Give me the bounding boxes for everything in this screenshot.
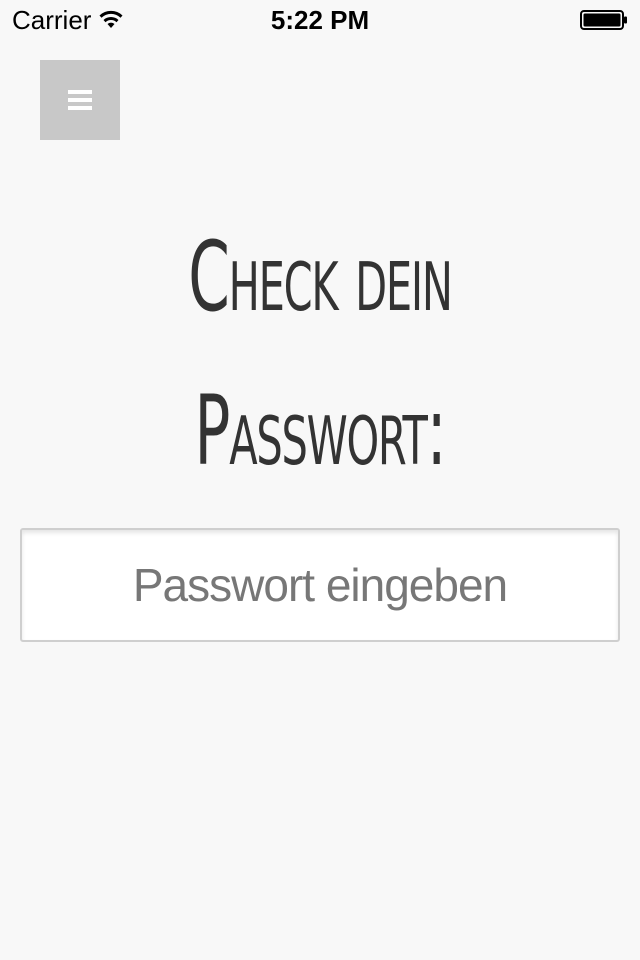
page-title: Check dein Passwort: [146, 200, 493, 508]
hamburger-menu-icon [68, 90, 92, 110]
page-title-line-2: Passwort: [194, 375, 447, 487]
page-title-line-1: Check dein [188, 221, 453, 333]
app-screen: Carrier 5:22 PM Check dein Passwort: [0, 0, 640, 960]
battery-full-icon [580, 10, 627, 30]
password-input[interactable] [20, 528, 620, 642]
status-time: 5:22 PM [270, 5, 370, 35]
status-bar: Carrier 5:22 PM [0, 0, 640, 40]
menu-button[interactable] [40, 60, 120, 140]
